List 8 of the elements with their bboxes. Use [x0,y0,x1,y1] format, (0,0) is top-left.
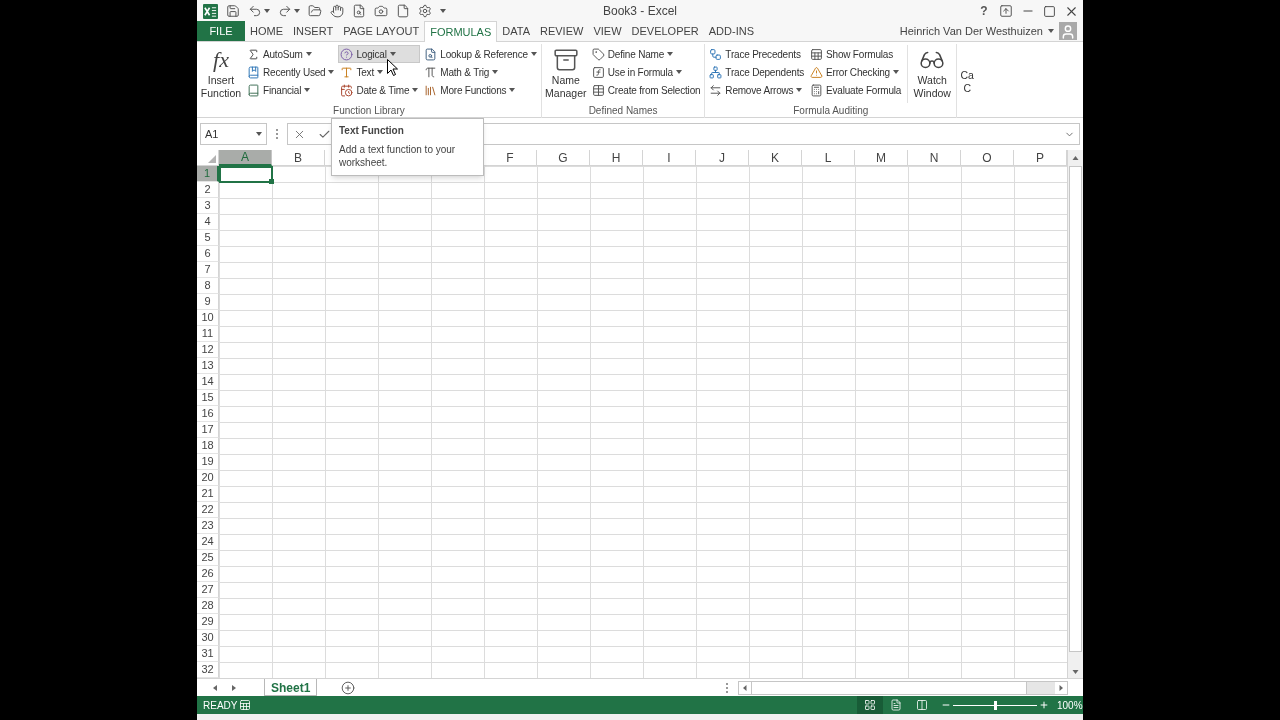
ribbon-group-label: Function Library [333,104,405,117]
fx-icon: fx [213,47,229,73]
ribbon-group-label: Defined Names [588,104,658,117]
tooltip-text: Add a text function to your worksheet. [339,143,457,169]
status-text: READY [202,698,239,713]
window-title: Book3 - Excel [602,3,677,20]
ribbon-group-label: Formula Auditing [793,104,869,117]
tooltip-title: Text Function [339,124,405,138]
